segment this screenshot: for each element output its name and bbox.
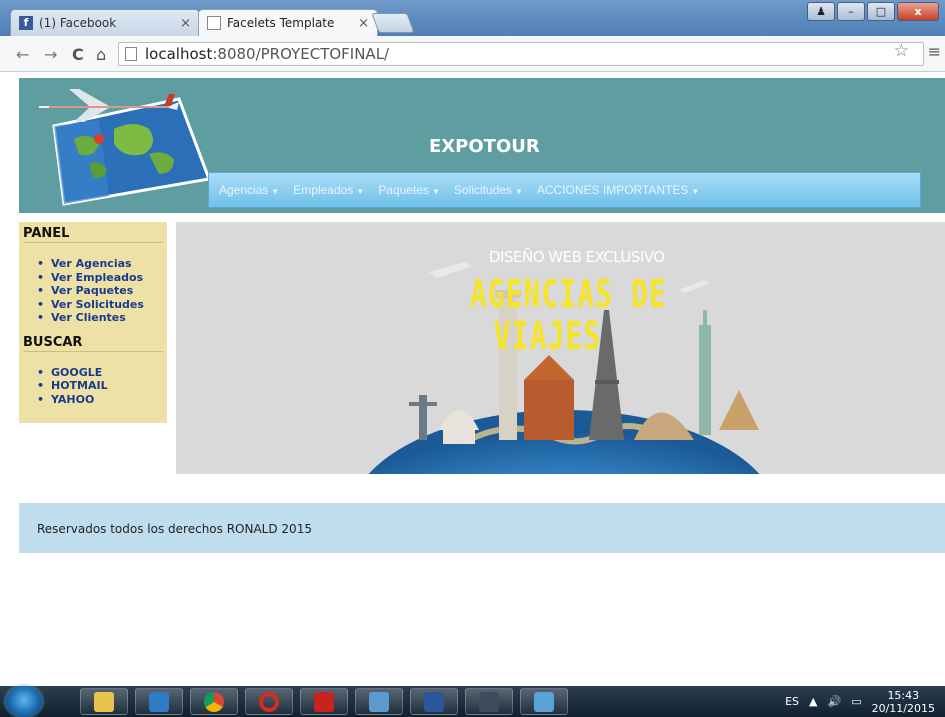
taskbar-screenshot[interactable] — [355, 688, 403, 715]
clock[interactable]: 15:43 20/11/2015 — [872, 689, 935, 715]
banner-subtitle: DISEÑO WEB EXCLUSIVO — [489, 248, 665, 266]
media-icon — [149, 691, 169, 712]
virtualbox-icon — [534, 691, 554, 712]
new-tab-button[interactable] — [371, 13, 415, 33]
word-icon — [424, 691, 444, 712]
chrome-icon — [204, 691, 224, 712]
link-ver-agencias[interactable]: Ver Agencias — [37, 257, 163, 271]
caret-down-icon: ▼ — [356, 187, 365, 196]
tab-label: Facelets Template — [227, 16, 335, 30]
menu-label: ACCIONES IMPORTANTES — [536, 183, 689, 197]
promo-banner: DISEÑO WEB EXCLUSIVO AGENCIAS DE VIAJES — [176, 222, 945, 474]
page-icon — [207, 16, 221, 30]
page-content: EXPOTOUR Agencias ▼ Empleados ▼ Paquetes ▼ … — [0, 73, 945, 685]
taskbar-explorer[interactable] — [80, 688, 128, 715]
address-path: :8080/PROYECTOFINAL/ — [212, 45, 390, 63]
opera-icon — [259, 691, 279, 712]
network-icon[interactable]: ▭ — [851, 695, 861, 708]
tab-facebook[interactable]: f (1) Facebook × — [10, 9, 200, 36]
banner-headline: AGENCIAS DE — [470, 272, 668, 316]
user-icon[interactable]: ♟ — [807, 2, 835, 21]
close-window-button[interactable]: x — [897, 2, 939, 21]
taskbar-virtualbox[interactable] — [520, 688, 568, 715]
link-ver-paquetes[interactable]: Ver Paquetes — [37, 284, 163, 298]
link-ver-empleados[interactable]: Ver Empleados — [37, 271, 163, 285]
link-hotmail[interactable]: HOTMAIL — [37, 379, 163, 393]
banner-headline-2: VIAJES — [494, 314, 602, 358]
page-icon — [125, 47, 137, 61]
panel-title: PANEL — [23, 226, 163, 243]
taskbar-word[interactable] — [410, 688, 458, 715]
panel-links: Ver Agencias Ver Empleados Ver Paquetes … — [37, 257, 163, 325]
taskbar-sql[interactable] — [465, 688, 513, 715]
site-title: EXPOTOUR — [429, 136, 540, 157]
address-host: localhost — [145, 45, 213, 63]
browser-tab-strip: f (1) Facebook × Facelets Template × ♟ –… — [0, 0, 945, 36]
menu-label: Solicitudes — [453, 183, 512, 197]
tray-expand-icon[interactable]: ▲ — [809, 695, 817, 708]
screenshot-icon — [369, 691, 389, 712]
caret-down-icon: ▼ — [691, 187, 700, 196]
footer-text: Reservados todos los derechos RONALD 201… — [37, 522, 312, 536]
main-nav-menu: Agencias ▼ Empleados ▼ Paquetes ▼ Solicitud… — [208, 172, 921, 208]
bookmark-star-icon[interactable]: ☆ — [894, 41, 909, 61]
caret-down-icon: ▼ — [431, 187, 440, 196]
sql-icon — [479, 691, 499, 712]
link-ver-solicitudes[interactable]: Ver Solicitudes — [37, 298, 163, 312]
link-ver-clientes[interactable]: Ver Clientes — [37, 311, 163, 325]
clock-date: 20/11/2015 — [871, 701, 935, 715]
minimize-button[interactable]: – — [837, 2, 865, 21]
home-button[interactable]: ⌂ — [96, 45, 106, 64]
caret-down-icon: ▼ — [271, 187, 280, 196]
reload-button[interactable]: C — [72, 45, 84, 64]
menu-label: Empleados — [293, 183, 354, 197]
maximize-button[interactable]: □ — [867, 2, 895, 21]
system-tray: ES ▲ 🔊 ▭ 15:43 20/11/2015 — [785, 686, 945, 717]
menu-empleados[interactable]: Empleados ▼ — [293, 183, 364, 197]
taskbar-acrobat[interactable] — [300, 688, 348, 715]
volume-icon[interactable]: 🔊 — [827, 695, 841, 708]
windows-taskbar: ES ▲ 🔊 ▭ 15:43 20/11/2015 — [0, 686, 945, 717]
language-indicator[interactable]: ES — [785, 695, 799, 708]
menu-acciones-importantes[interactable]: ACCIONES IMPORTANTES ▼ — [537, 183, 700, 197]
menu-agencias[interactable]: Agencias ▼ — [219, 183, 279, 197]
window-controls: ♟ – □ x — [807, 2, 939, 21]
menu-label: Agencias — [219, 183, 269, 197]
search-title: BUSCAR — [23, 335, 163, 352]
facebook-icon: f — [19, 16, 33, 30]
taskbar-chrome[interactable] — [190, 688, 238, 715]
close-tab-icon[interactable]: × — [358, 16, 369, 31]
explorer-icon — [94, 691, 114, 712]
sidebar-panel: PANEL Ver Agencias Ver Empleados Ver Paq… — [19, 222, 167, 423]
menu-paquetes[interactable]: Paquetes ▼ — [378, 183, 440, 197]
menu-label: Paquetes — [378, 183, 429, 197]
back-button[interactable]: ← — [16, 45, 29, 64]
search-links: GOOGLE HOTMAIL YAHOO — [37, 366, 163, 407]
tab-label: (1) Facebook — [39, 16, 117, 30]
site-header: EXPOTOUR Agencias ▼ Empleados ▼ Paquetes ▼ … — [19, 78, 945, 213]
address-bar[interactable]: localhost:8080/PROYECTOFINAL/ — [118, 42, 924, 66]
browser-toolbar: ← → C ⌂ localhost:8080/PROYECTOFINAL/ — [0, 36, 945, 72]
close-tab-icon[interactable]: × — [180, 16, 191, 31]
start-button[interactable] — [6, 686, 42, 717]
link-google[interactable]: GOOGLE — [37, 366, 163, 380]
acrobat-icon — [314, 691, 334, 712]
browser-menu-icon[interactable]: ≡ — [928, 42, 941, 61]
site-footer: Reservados todos los derechos RONALD 201… — [19, 503, 945, 553]
travel-map-logo — [39, 89, 212, 206]
caret-down-icon: ▼ — [514, 187, 523, 196]
tab-facelets-template[interactable]: Facelets Template × — [198, 9, 378, 36]
taskbar-opera[interactable] — [245, 688, 293, 715]
link-yahoo[interactable]: YAHOO — [37, 393, 163, 407]
forward-button[interactable]: → — [44, 45, 57, 64]
menu-solicitudes[interactable]: Solicitudes ▼ — [454, 183, 523, 197]
clock-time: 15:43 — [887, 688, 920, 702]
taskbar-media[interactable] — [135, 688, 183, 715]
